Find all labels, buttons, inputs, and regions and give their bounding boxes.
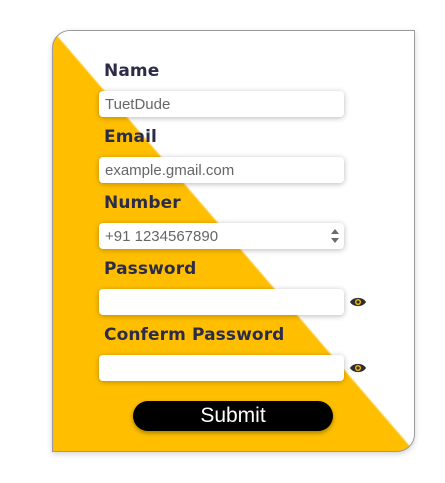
- password-label: Password: [104, 259, 197, 279]
- eye-icon[interactable]: [349, 296, 367, 308]
- password-field[interactable]: [99, 289, 344, 315]
- email-label: Email: [104, 127, 157, 147]
- submit-button[interactable]: Submit: [133, 401, 333, 431]
- registration-form-card: Name TuetDude Email example.gmail.com Nu…: [52, 30, 415, 452]
- spinner-arrows-icon[interactable]: [330, 227, 340, 245]
- confirm-password-field[interactable]: [99, 355, 344, 381]
- name-field[interactable]: TuetDude: [99, 91, 344, 117]
- eye-icon[interactable]: [349, 362, 367, 374]
- number-label: Number: [104, 193, 181, 213]
- email-field[interactable]: example.gmail.com: [99, 157, 344, 183]
- number-field[interactable]: +91 1234567890: [99, 223, 344, 249]
- confirm-password-label: Conferm Password: [104, 325, 285, 345]
- name-label: Name: [104, 61, 160, 81]
- email-field-value: example.gmail.com: [105, 161, 235, 179]
- name-field-value: TuetDude: [105, 95, 171, 113]
- number-field-value: +91 1234567890: [105, 227, 219, 245]
